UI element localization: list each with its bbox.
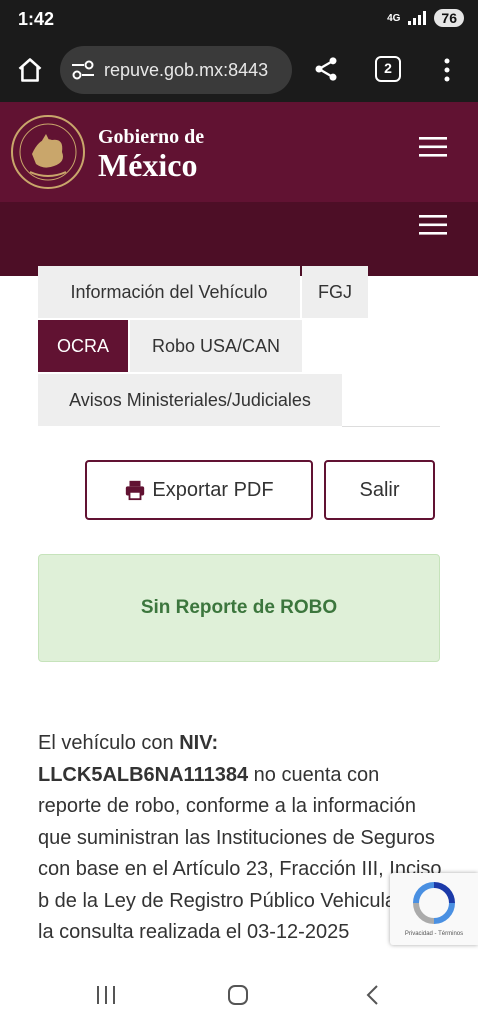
alert-text: Sin Reporte de ROBO <box>140 597 338 618</box>
export-pdf-label: Exportar PDF <box>152 478 274 501</box>
mexico-seal-icon <box>11 115 85 189</box>
tab-label: Avisos Ministeriales/Judiciales <box>69 389 311 410</box>
tab-avisos-ministeriales[interactable]: Avisos Ministeriales/Judiciales <box>38 374 342 426</box>
system-nav-bar <box>0 964 478 1024</box>
url-text[interactable]: repuve.gob.mx:8443 <box>104 60 268 81</box>
tab-fgj[interactable]: FGJ <box>302 266 368 318</box>
signal-icon <box>408 11 427 25</box>
tabs-divider <box>342 426 440 427</box>
recaptcha-icon <box>413 882 455 924</box>
niv-value: LLCK5ALB6NA111384 <box>38 763 249 786</box>
status-time: 1:42 <box>18 9 55 29</box>
recaptcha-links: Privacidad - Términos <box>390 931 478 937</box>
status-indicators: 4G 76 <box>387 9 464 27</box>
secondary-nav <box>0 202 478 276</box>
home-icon[interactable] <box>16 56 44 84</box>
tab-informacion-vehiculo[interactable]: Información del Vehículo <box>38 266 300 318</box>
nav-back-icon[interactable] <box>362 983 384 1007</box>
status-bar: 1:42 4G 76 <box>0 0 478 40</box>
niv-label: NIV: <box>179 732 219 754</box>
tab-label: Robo USA/CAN <box>151 335 281 356</box>
recaptcha-terms-link[interactable]: Términos <box>438 931 463 937</box>
recaptcha-privacy-link[interactable]: Privacidad <box>405 931 433 937</box>
more-vert-icon[interactable] <box>437 56 457 84</box>
result-paragraph: El vehículo con NIV: LLCK5ALB6NA111384 no… <box>38 728 448 964</box>
address-bar[interactable]: repuve.gob.mx:8443 <box>60 46 292 94</box>
result-prefix: El vehículo con <box>38 732 180 754</box>
nav-home-icon[interactable] <box>226 983 250 1007</box>
tab-robo-usa-can[interactable]: Robo USA/CAN <box>130 320 302 372</box>
browser-toolbar: repuve.gob.mx:8443 2 <box>0 40 478 102</box>
gov-logo-line1: Gobierno de <box>98 126 205 148</box>
hamburger-menu-icon[interactable] <box>418 212 448 238</box>
exit-label: Salir <box>359 478 400 501</box>
tune-icon[interactable] <box>70 58 96 82</box>
status-alert: Sin Reporte de ROBO <box>38 554 440 662</box>
gov-logo-text: Gobierno de México <box>98 126 204 182</box>
tab-ocra[interactable]: OCRA <box>38 320 128 372</box>
battery-level: 76 <box>434 9 464 27</box>
network-type: 4G <box>387 12 401 24</box>
nav-recents-icon[interactable] <box>94 984 118 1006</box>
tab-count-button[interactable]: 2 <box>375 56 401 82</box>
gov-header: Gobierno de México <box>0 102 478 202</box>
recaptcha-badge[interactable]: Privacidad - Términos <box>390 873 478 945</box>
result-body: no cuenta con reporte de robo, conforme … <box>38 763 442 944</box>
tab-label: FGJ <box>318 281 352 302</box>
tab-label: Información del Vehículo <box>70 281 268 302</box>
exit-button[interactable]: Salir <box>324 460 435 520</box>
share-icon[interactable] <box>312 55 340 83</box>
export-pdf-button[interactable]: Exportar PDF <box>85 460 313 520</box>
hamburger-menu-icon[interactable] <box>418 134 448 160</box>
tab-label: OCRA <box>56 335 109 356</box>
gov-logo-line2: México <box>98 147 198 183</box>
printer-icon <box>126 480 145 501</box>
